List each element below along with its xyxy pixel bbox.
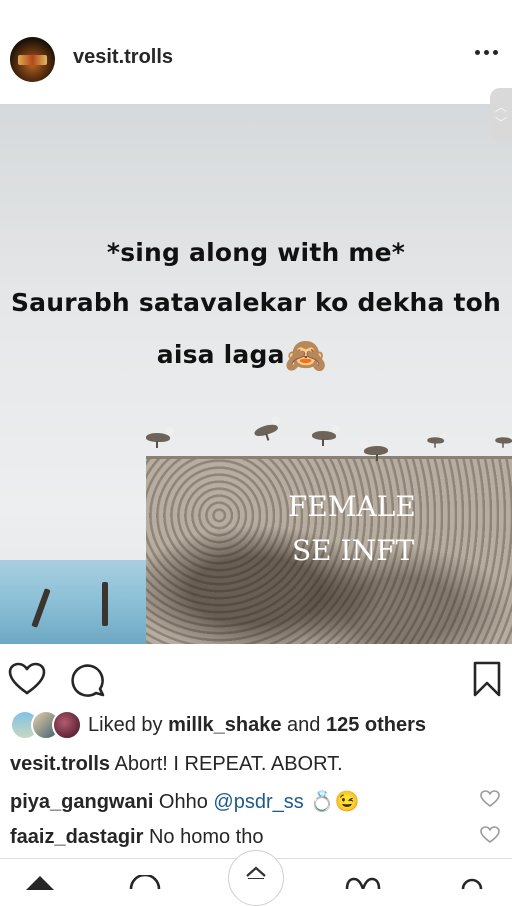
comment-icon[interactable] — [70, 662, 106, 698]
watermark-line-1: FEMALE — [288, 490, 416, 523]
liked-by-count[interactable]: 125 others — [326, 714, 426, 736]
heart-icon[interactable] — [480, 826, 500, 844]
comment-row: faaiz_dastagir No homo tho — [10, 826, 263, 849]
see-no-evil-monkey-icon: 🙈 — [284, 336, 328, 376]
more-options-icon[interactable] — [475, 50, 498, 55]
liker-avatar — [52, 710, 82, 740]
image-text-line-3-text: aisa laga — [156, 340, 285, 369]
bookmark-icon[interactable] — [472, 660, 502, 698]
chevron-up-icon — [246, 866, 266, 879]
image-text-line-3: aisa laga🙈 — [0, 336, 498, 376]
comment-text: Ohho — [153, 791, 214, 813]
scroll-to-top-button[interactable] — [228, 850, 284, 906]
post-image[interactable]: *sing along with me* Saurabh satavalekar… — [0, 104, 512, 644]
comment-username[interactable]: faaiz_dastagir — [10, 826, 143, 848]
seagull — [360, 440, 394, 461]
search-icon[interactable] — [128, 875, 162, 889]
seagull — [140, 427, 174, 448]
seagull — [423, 433, 447, 448]
seagull — [247, 415, 283, 441]
watermark-line-2: SE INFT — [292, 534, 415, 567]
action-bar — [0, 656, 512, 704]
seagull — [491, 433, 512, 448]
liked-by-text: Liked by millk_shake and 125 others — [88, 714, 426, 737]
comment-row: vesit.trolls Abort! I REPEAT. ABORT. — [10, 753, 343, 776]
liked-by-middle: and — [281, 713, 326, 736]
comment-text: No homo tho — [143, 826, 264, 848]
heart-icon[interactable] — [480, 790, 500, 808]
pole — [102, 582, 108, 626]
comment-username[interactable]: vesit.trolls — [10, 753, 110, 775]
liked-by-row[interactable]: Liked by millk_shake and 125 others — [10, 709, 426, 741]
image-text-line-2: Saurabh satavalekar ko dekha toh — [10, 288, 502, 317]
heart-icon[interactable] — [8, 662, 46, 696]
post-username[interactable]: vesit.trolls — [73, 46, 173, 69]
profile-icon[interactable] — [460, 875, 484, 889]
post-header: vesit.trolls — [0, 0, 512, 104]
comment-mention[interactable]: @psdr_ss — [213, 791, 303, 813]
avatar[interactable] — [10, 37, 55, 82]
scroll-arrows-icon[interactable]: ︿ ﹀ — [490, 88, 512, 142]
comment-username[interactable]: piya_gangwani — [10, 791, 153, 813]
comment-text: Abort! I REPEAT. ABORT. — [110, 753, 343, 775]
image-text-line-1: *sing along with me* — [106, 238, 406, 267]
liked-by-user[interactable]: millk_shake — [168, 714, 281, 736]
liked-by-prefix: Liked by — [88, 713, 169, 736]
comment-emoji: 💍😉 — [309, 791, 360, 813]
seagull — [306, 425, 340, 446]
heart-icon[interactable] — [344, 876, 382, 889]
comment-row: piya_gangwani Ohho @psdr_ss 💍😉 — [10, 789, 360, 814]
